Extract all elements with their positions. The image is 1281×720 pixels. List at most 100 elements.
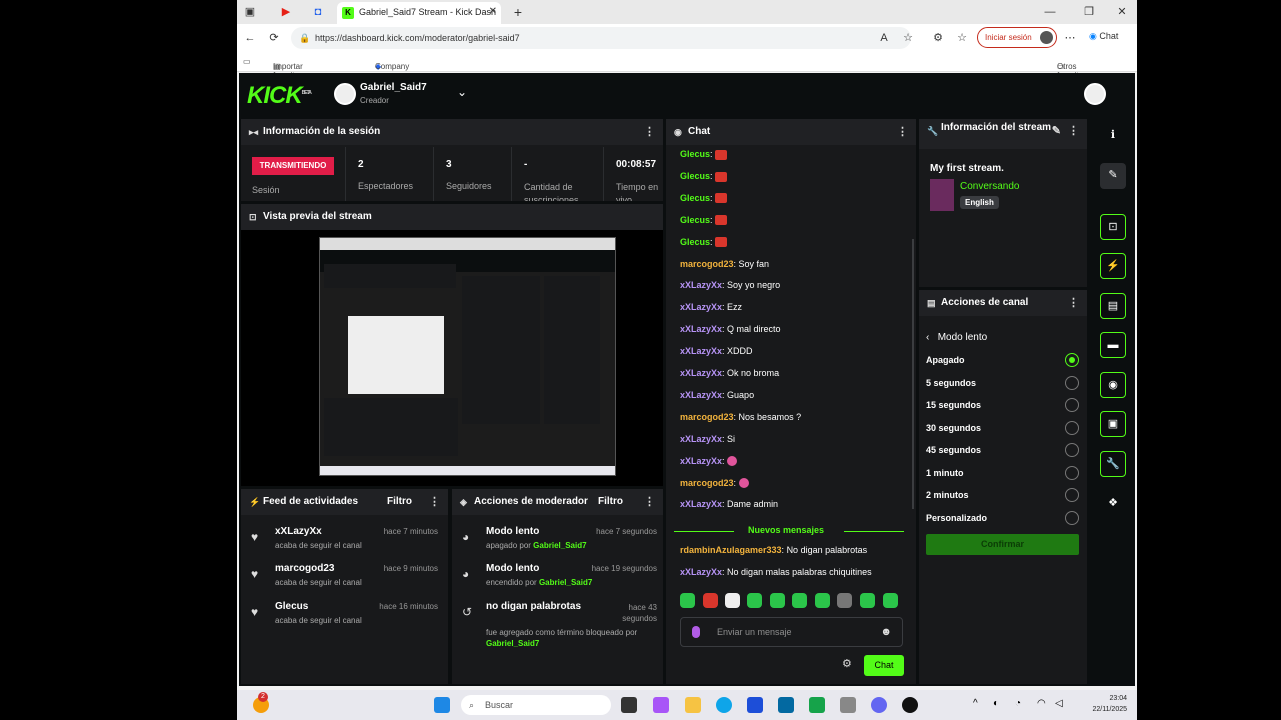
copilot-taskbar-icon[interactable] bbox=[653, 697, 669, 713]
radio-button[interactable] bbox=[1065, 488, 1079, 502]
mod-action-by[interactable]: Gabriel_Said7 bbox=[539, 578, 592, 587]
radio-button[interactable] bbox=[1065, 465, 1079, 480]
preview-toggle-icon[interactable]: ⊡ bbox=[1100, 214, 1126, 240]
activity-toggle-icon[interactable]: ⚡ bbox=[1100, 253, 1126, 279]
read-aloud-icon[interactable]: A bbox=[877, 31, 891, 45]
app-icon[interactable] bbox=[840, 697, 856, 713]
slow-mode-option[interactable]: 45 segundos bbox=[926, 442, 1079, 458]
chevron-down-icon[interactable]: ⌄ bbox=[457, 85, 467, 99]
mic-icon[interactable] bbox=[692, 626, 700, 638]
emote-icon[interactable] bbox=[792, 593, 807, 608]
mod-filter-button[interactable]: Filtro bbox=[598, 489, 623, 515]
radio-button[interactable] bbox=[1065, 443, 1079, 457]
reload-icon[interactable]: ⟳ bbox=[267, 31, 281, 45]
youtube-tab-icon[interactable]: ▶ bbox=[279, 5, 293, 19]
file-explorer-icon[interactable] bbox=[685, 697, 701, 713]
slow-mode-option[interactable]: 5 segundos bbox=[926, 375, 1079, 391]
chat-toggle-icon[interactable]: ▬ bbox=[1100, 332, 1126, 358]
radio-button[interactable] bbox=[1065, 353, 1079, 367]
mod-action-by[interactable]: Gabriel_Said7 bbox=[533, 541, 586, 550]
edge-icon[interactable] bbox=[716, 697, 732, 713]
windows-start-icon[interactable] bbox=[434, 697, 450, 713]
slow-mode-option[interactable]: Personalizado bbox=[926, 510, 1079, 526]
chat-username[interactable]: Glecus bbox=[680, 237, 710, 247]
nvidia-icon[interactable] bbox=[809, 697, 825, 713]
edit-stream-icon[interactable]: ✎ bbox=[1100, 163, 1126, 189]
chat-username[interactable]: Glecus bbox=[680, 149, 710, 159]
chat-username[interactable]: xXLazyXx bbox=[680, 346, 722, 356]
system-clock[interactable]: 23:04 22/11/2025 bbox=[1092, 693, 1127, 715]
slow-mode-option[interactable]: 15 segundos bbox=[926, 397, 1079, 413]
obs-icon[interactable] bbox=[902, 697, 918, 713]
mod-action-by[interactable]: Gabriel_Said7 bbox=[486, 639, 539, 648]
tab-icon[interactable]: ◘ bbox=[311, 5, 325, 19]
emote-icon[interactable] bbox=[883, 593, 898, 608]
chat-username[interactable]: xXLazyXx bbox=[680, 324, 722, 334]
session-toggle-icon[interactable]: ▣ bbox=[1100, 411, 1126, 437]
category-thumbnail[interactable] bbox=[930, 179, 954, 211]
back-icon[interactable]: ← bbox=[243, 31, 257, 45]
slow-mode-option[interactable]: Apagado bbox=[926, 352, 1079, 368]
chat-username[interactable]: xXLazyXx bbox=[680, 456, 722, 466]
emote-icon[interactable] bbox=[837, 593, 852, 608]
edit-icon[interactable]: ✎ bbox=[1052, 126, 1061, 137]
sidebar-toggle-icon[interactable]: ▣ bbox=[243, 5, 257, 19]
close-tab-icon[interactable]: ✕ bbox=[489, 2, 497, 22]
chat-username[interactable]: xXLazyXx bbox=[680, 499, 722, 509]
chat-username[interactable]: xXLazyXx bbox=[680, 280, 722, 290]
chat-scrollbar[interactable] bbox=[912, 239, 914, 509]
emoji-icon[interactable]: ☻ bbox=[880, 626, 892, 638]
discord-icon[interactable] bbox=[871, 697, 887, 713]
info-icon[interactable]: ℹ bbox=[1100, 123, 1126, 149]
emote-icon[interactable] bbox=[725, 593, 740, 608]
channel-actions-menu-icon[interactable]: ⋮ bbox=[1068, 290, 1079, 316]
taskbar-search[interactable]: ⌕ Buscar bbox=[461, 695, 611, 715]
chat-username[interactable]: Glecus bbox=[680, 215, 710, 225]
emote-icon[interactable] bbox=[680, 593, 695, 608]
emote-icon[interactable] bbox=[747, 593, 762, 608]
chat-username[interactable]: marcogod23 bbox=[680, 259, 734, 269]
broadcast-icon[interactable]: ◉ bbox=[1100, 372, 1126, 398]
wifi-icon[interactable]: ◠ bbox=[1037, 698, 1046, 709]
restore-icon[interactable]: ❐ bbox=[1082, 5, 1096, 19]
confirm-button[interactable]: Confirmar bbox=[926, 534, 1079, 555]
chat-settings-icon[interactable]: ⚙ bbox=[842, 657, 852, 670]
chat-username[interactable]: marcogod23 bbox=[680, 412, 734, 422]
bookmark-menu-icon[interactable]: ▭ bbox=[243, 57, 251, 66]
chat-send-button[interactable]: Chat bbox=[864, 655, 904, 676]
chat-username[interactable]: rdambinAzulagamer333 bbox=[680, 545, 782, 555]
chat-username[interactable]: marcogod23 bbox=[680, 478, 734, 488]
tab-active[interactable]: K Gabriel_Said7 Stream - Kick Dash ✕ bbox=[337, 2, 501, 24]
activity-filter-button[interactable]: Filtro bbox=[387, 489, 412, 515]
wrench-toggle-icon[interactable]: 🔧 bbox=[1100, 451, 1126, 477]
widgets-icon[interactable]: ❖ bbox=[1100, 491, 1126, 517]
activity-user[interactable]: marcogod23 bbox=[275, 563, 334, 574]
close-window-icon[interactable]: ✕ bbox=[1115, 5, 1129, 19]
radio-button[interactable] bbox=[1065, 398, 1079, 412]
tray-icon[interactable]: ◐ bbox=[993, 698, 999, 709]
creator-avatar[interactable] bbox=[334, 83, 356, 105]
chat-username[interactable]: Glecus bbox=[680, 193, 710, 203]
extensions-icon[interactable]: ⚙ bbox=[931, 31, 945, 45]
tray-icon[interactable]: ◔ bbox=[1015, 698, 1021, 709]
session-menu-icon[interactable]: ⋮ bbox=[644, 119, 655, 145]
chat-username[interactable]: xXLazyXx bbox=[680, 302, 722, 312]
slow-mode-back[interactable]: ‹ Modo lento bbox=[926, 332, 987, 343]
volume-icon[interactable]: ◁ bbox=[1055, 698, 1063, 709]
activity-user[interactable]: xXLazyXx bbox=[275, 526, 322, 537]
stream-info-menu-icon[interactable]: ⋮ bbox=[1068, 126, 1079, 137]
radio-button[interactable] bbox=[1065, 375, 1079, 390]
emote-icon[interactable] bbox=[703, 593, 718, 608]
stream-preview-image[interactable] bbox=[319, 237, 616, 476]
emote-icon[interactable] bbox=[815, 593, 830, 608]
collections-icon[interactable]: ☆ bbox=[955, 31, 969, 45]
channel-actions-toggle-icon[interactable]: ▤ bbox=[1100, 293, 1126, 319]
copilot-button[interactable]: ◉ Chat bbox=[1089, 31, 1118, 42]
chat-username[interactable]: xXLazyXx bbox=[680, 390, 722, 400]
store-icon[interactable] bbox=[747, 697, 763, 713]
chat-username[interactable]: xXLazyXx bbox=[680, 567, 722, 577]
minimize-icon[interactable]: — bbox=[1043, 5, 1057, 19]
chat-username[interactable]: Glecus bbox=[680, 171, 710, 181]
signin-button[interactable]: Iniciar sesión bbox=[977, 27, 1057, 48]
task-view-icon[interactable] bbox=[621, 697, 637, 713]
